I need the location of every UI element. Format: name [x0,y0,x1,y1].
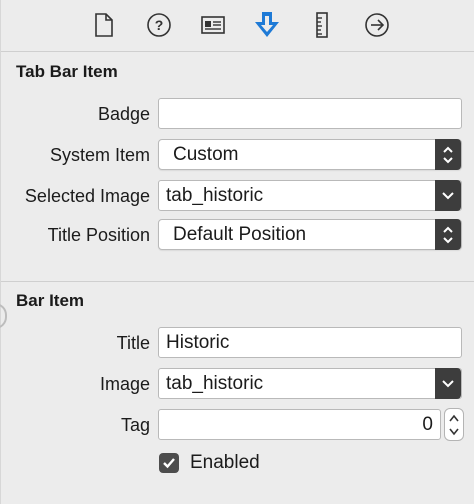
title-position-label: Title Position [47,225,150,245]
image-combo[interactable]: tab_historic [158,368,462,399]
tag-stepper[interactable] [444,408,464,441]
image-value: tab_historic [166,372,264,394]
system-item-popup[interactable]: Custom [158,139,462,170]
selected-image-label: Selected Image [24,186,150,206]
bar-item-heading: Bar Item [16,291,85,310]
popup-arrows-icon [435,219,461,250]
attributes-icon[interactable] [252,10,282,40]
enabled-checkbox[interactable] [159,453,179,473]
svg-text:?: ? [155,17,164,33]
title-field[interactable]: Historic [158,327,462,358]
partial-icon [0,303,7,329]
inspector-toolbar: ? [1,0,474,52]
title-position-popup[interactable]: Default Position [158,219,462,250]
file-icon[interactable] [89,10,119,40]
enabled-label[interactable]: Enabled [190,452,260,474]
tag-label: Tag [120,415,150,435]
identity-icon[interactable] [198,10,228,40]
tag-field[interactable]: 0 [158,409,441,440]
badge-label: Badge [97,104,150,124]
badge-field[interactable] [158,98,462,129]
image-label: Image [99,374,150,394]
tab-bar-item-heading: Tab Bar Item [16,62,118,81]
selected-image-combo[interactable]: tab_historic [158,180,462,211]
system-item-value: Custom [173,143,239,165]
help-icon[interactable]: ? [144,10,174,40]
section-divider [1,281,474,282]
title-position-value: Default Position [173,223,307,245]
selected-image-value: tab_historic [166,184,264,206]
chevron-down-icon[interactable] [435,180,461,211]
checkmark-icon [163,458,175,469]
inspector-panel: ? Tab Bar Item Badge System Item Custom … [0,0,474,504]
size-icon[interactable] [307,10,337,40]
stepper-down-icon [449,428,459,435]
popup-arrows-icon [435,139,461,170]
title-label: Title [116,333,150,353]
stepper-up-icon [449,414,459,421]
system-item-label: System Item [49,145,150,165]
chevron-down-icon[interactable] [435,368,461,399]
connections-icon[interactable] [362,10,392,40]
